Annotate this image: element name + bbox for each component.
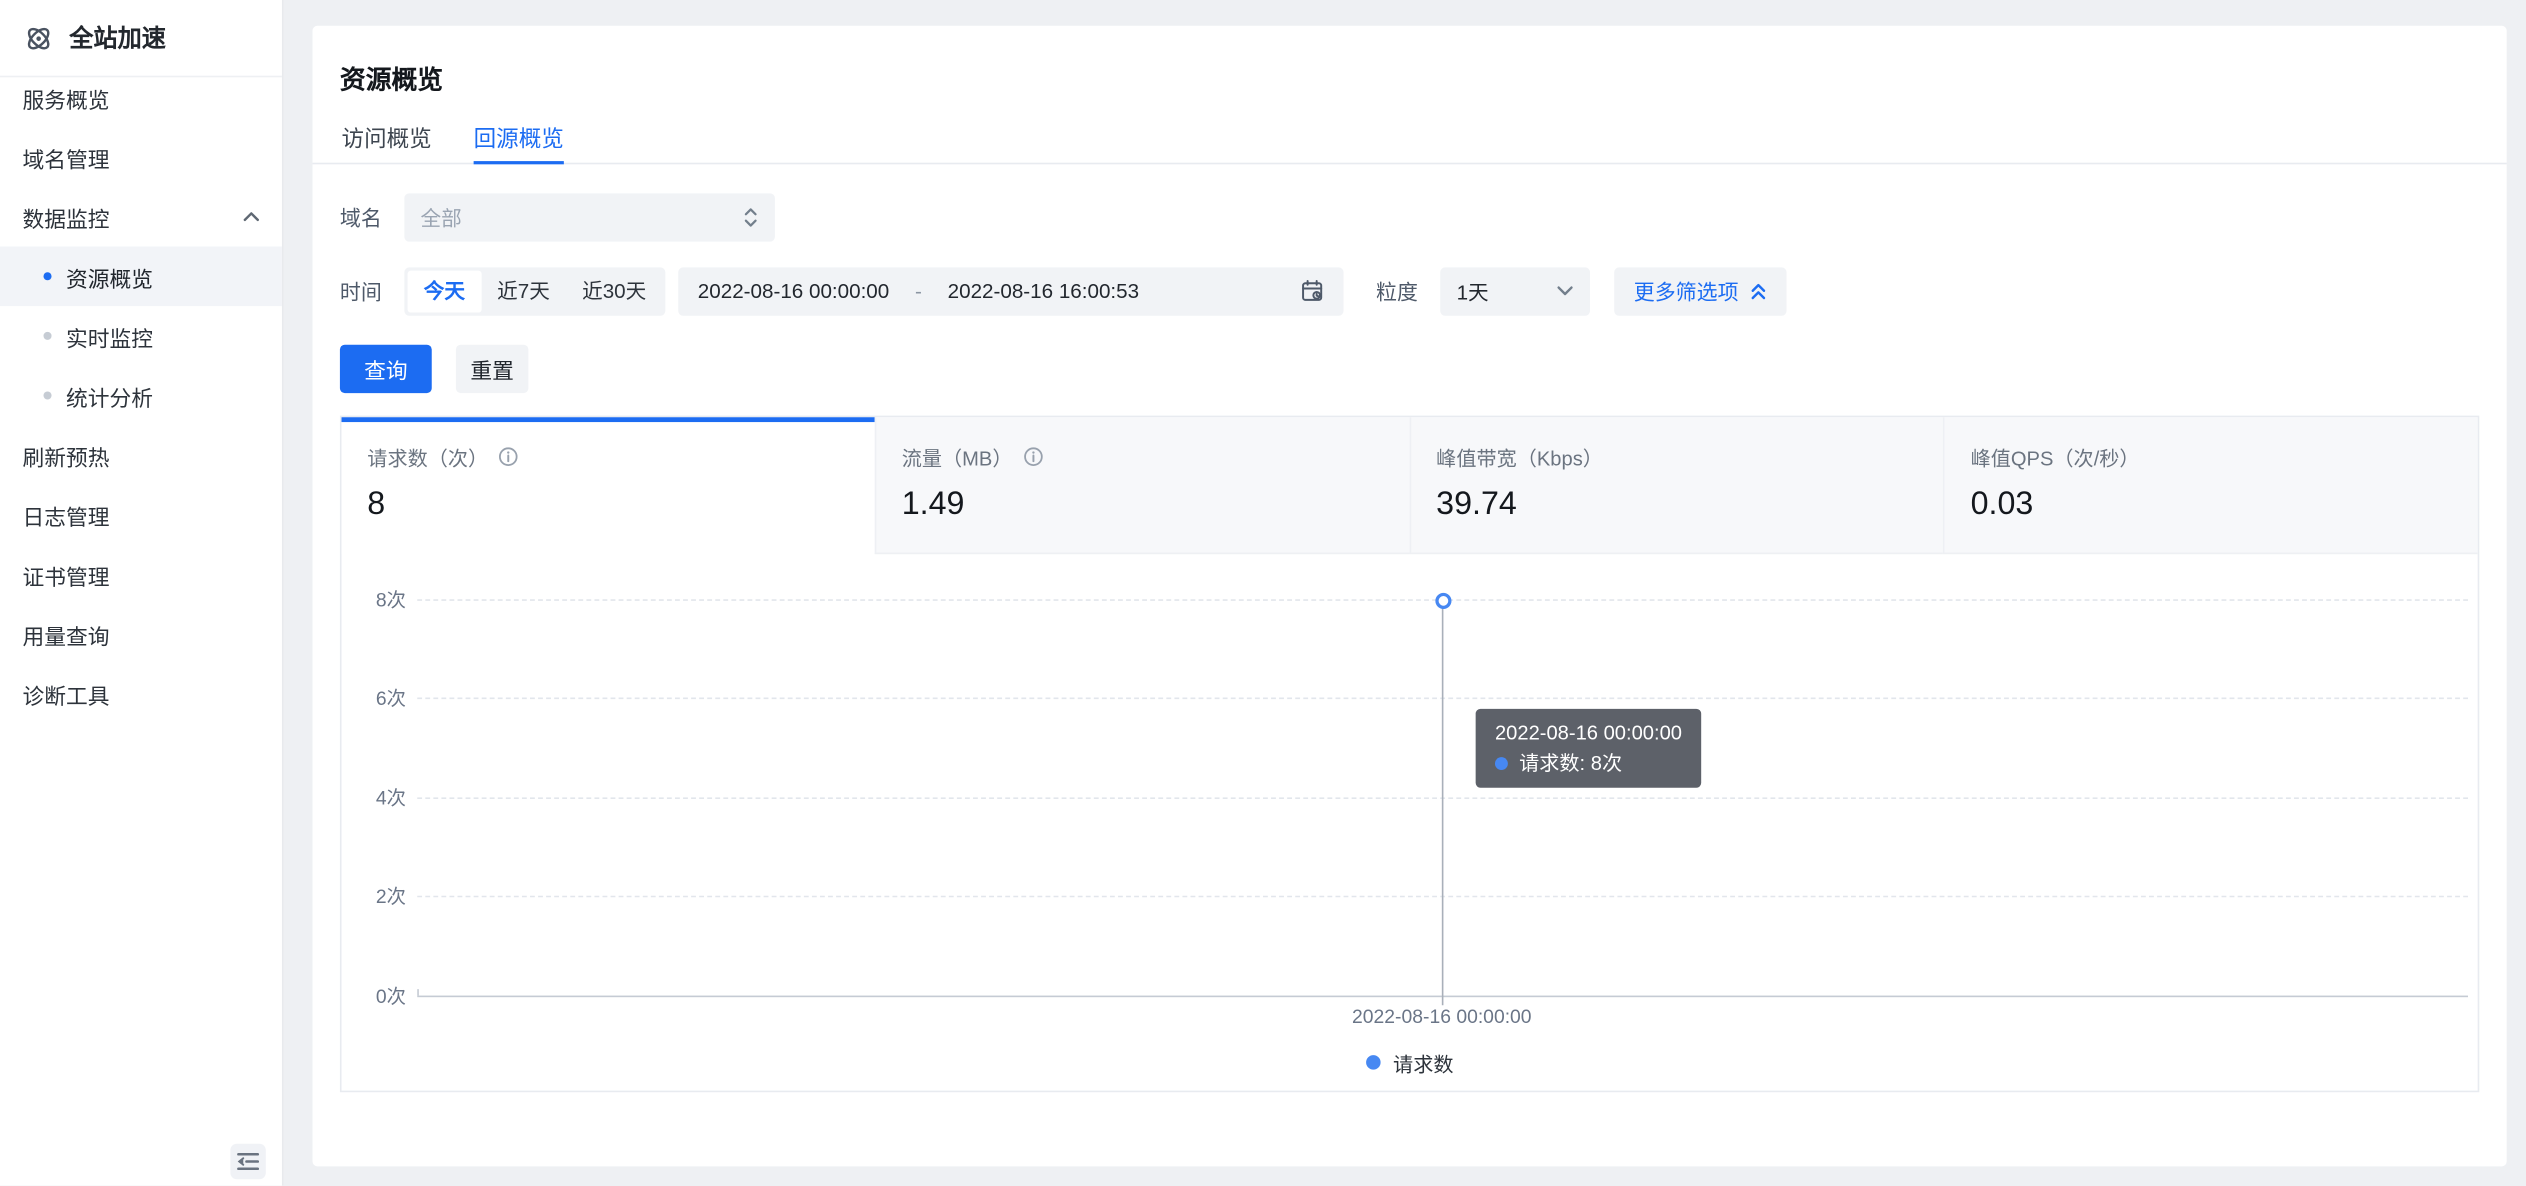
info-icon[interactable]: [498, 445, 519, 466]
tooltip-value: 请求数: 8次: [1519, 752, 1622, 775]
reset-button[interactable]: 重置: [456, 344, 528, 392]
x-tick-label: 2022-08-16 00:00:00: [1313, 1004, 1571, 1027]
date-range-picker[interactable]: 2022-08-16 00:00:00 - 2022-08-16 16:00:5…: [678, 267, 1343, 315]
granularity-value: 1天: [1457, 275, 1489, 306]
y-tick-label: 4次: [342, 783, 406, 810]
date-separator: -: [915, 279, 922, 303]
tooltip-title: 2022-08-16 00:00:00: [1495, 721, 1682, 744]
sidebar-item-realtime-monitoring[interactable]: 实时监控: [0, 306, 282, 366]
y-tick-label: 6次: [342, 684, 406, 711]
more-filters-button[interactable]: 更多筛选项: [1614, 267, 1786, 315]
sidebar-item-cert-management[interactable]: 证书管理: [0, 545, 282, 605]
chevron-updown-icon: [743, 205, 759, 228]
tabstrip: 访问概览 回源概览: [313, 115, 2507, 163]
crosshair-line: [1442, 607, 1444, 1005]
metrics-panel: 请求数（次） 8 流量（MB）: [340, 415, 2479, 1092]
stat-card-peak-qps[interactable]: 峰值QPS（次/秒） 0.03: [1943, 416, 2477, 553]
page: 全站加速 服务概览 域名管理 数据监控 资源概览 实时监控 统计分析 刷新预热 …: [0, 0, 2526, 1186]
tab-origin-overview[interactable]: 回源概览: [474, 115, 564, 160]
x-axis-tick: [417, 988, 419, 994]
sidebar-item-diagnostic-tools[interactable]: 诊断工具: [0, 664, 282, 724]
domain-select-value: 全部: [420, 201, 461, 232]
sidebar-item-data-monitoring[interactable]: 数据监控: [0, 187, 282, 247]
sidebar-header: 全站加速: [0, 0, 282, 77]
app-title: 全站加速: [69, 21, 166, 55]
legend-dot-icon: [1366, 1054, 1380, 1068]
legend-label: 请求数: [1393, 1046, 1453, 1077]
sidebar-item-resource-overview[interactable]: 资源概览: [0, 246, 282, 306]
line-chart: 8次 6次 4次 2次 0次 2022-08-16 00:00:00 请求数: …: [342, 553, 2478, 1089]
sidebar-collapse-button[interactable]: [230, 1144, 265, 1179]
sidebar: 全站加速 服务概览 域名管理 数据监控 资源概览 实时监控 统计分析 刷新预热 …: [0, 0, 284, 1186]
info-icon[interactable]: [1022, 445, 1043, 466]
granularity-label: 粒度: [1376, 275, 1418, 306]
filter-row-domain: 域名 全部: [340, 193, 775, 241]
time-preset-group: 今天 近7天 近30天: [404, 267, 665, 315]
stat-label: 请求数（次）: [367, 441, 488, 472]
stat-value: 39.74: [1436, 486, 1917, 523]
sidebar-item-service-overview[interactable]: 服务概览: [0, 68, 282, 128]
domain-select[interactable]: 全部: [404, 193, 775, 241]
time-preset-today[interactable]: 今天: [408, 270, 481, 312]
query-button[interactable]: 查询: [340, 344, 432, 392]
stat-label: 流量（MB）: [902, 441, 1013, 472]
time-preset-30days[interactable]: 近30天: [566, 270, 662, 312]
double-chevron-up-icon: [1750, 281, 1768, 300]
stat-value: 0.03: [1971, 486, 2452, 523]
y-tick-label: 0次: [342, 981, 406, 1008]
sidebar-menu: 服务概览 域名管理 数据监控 资源概览 实时监控 统计分析 刷新预热 日志管理 …: [0, 68, 282, 724]
domain-label: 域名: [340, 201, 382, 232]
chart-tooltip: 2022-08-16 00:00:00 请求数: 8次: [1476, 708, 1702, 787]
filter-row-time: 时间 今天 近7天 近30天 2022-08-16 00:00:00 - 202…: [340, 267, 1787, 315]
main-content: 资源概览 访问概览 回源概览 域名 全部 时间: [313, 25, 2507, 1166]
stat-card-traffic[interactable]: 流量（MB） 1.49: [874, 416, 1408, 553]
sidebar-item-usage-query[interactable]: 用量查询: [0, 604, 282, 664]
filter-row-actions: 查询 重置: [340, 344, 528, 392]
stat-value: 1.49: [902, 486, 1383, 523]
time-label: 时间: [340, 275, 382, 306]
time-preset-7days[interactable]: 近7天: [481, 270, 566, 312]
date-end: 2022-08-16 16:00:53: [948, 279, 1139, 303]
stat-value: 8: [367, 486, 848, 523]
tab-access-overview[interactable]: 访问概览: [342, 115, 432, 160]
chevron-up-icon: [243, 211, 259, 222]
series-dot-icon: [1495, 756, 1508, 769]
page-title: 资源概览: [340, 57, 443, 96]
y-tick-label: 2次: [342, 882, 406, 909]
sidebar-item-statistics-analysis[interactable]: 统计分析: [0, 366, 282, 426]
sidebar-item-refresh-prewarm[interactable]: 刷新预热: [0, 425, 282, 485]
legend-item-requests[interactable]: 请求数: [342, 1046, 2478, 1077]
granularity-select[interactable]: 1天: [1440, 267, 1590, 315]
chevron-down-icon: [1556, 285, 1574, 296]
stat-cards: 请求数（次） 8 流量（MB）: [342, 416, 2478, 553]
stat-card-requests[interactable]: 请求数（次） 8: [342, 416, 875, 553]
data-point-marker[interactable]: [1435, 592, 1451, 608]
date-start: 2022-08-16 00:00:00: [698, 279, 889, 303]
y-tick-label: 8次: [342, 585, 406, 612]
sidebar-item-domain-management[interactable]: 域名管理: [0, 127, 282, 187]
collapse-sidebar-icon: [237, 1152, 260, 1171]
stat-label: 峰值带宽（Kbps）: [1436, 441, 1603, 472]
sidebar-item-log-management[interactable]: 日志管理: [0, 485, 282, 545]
calendar-icon: [1300, 279, 1324, 303]
stat-label: 峰值QPS（次/秒）: [1971, 441, 2140, 472]
stat-card-peak-bandwidth[interactable]: 峰值带宽（Kbps） 39.74: [1409, 416, 1943, 553]
app-logo-icon: [23, 22, 55, 54]
